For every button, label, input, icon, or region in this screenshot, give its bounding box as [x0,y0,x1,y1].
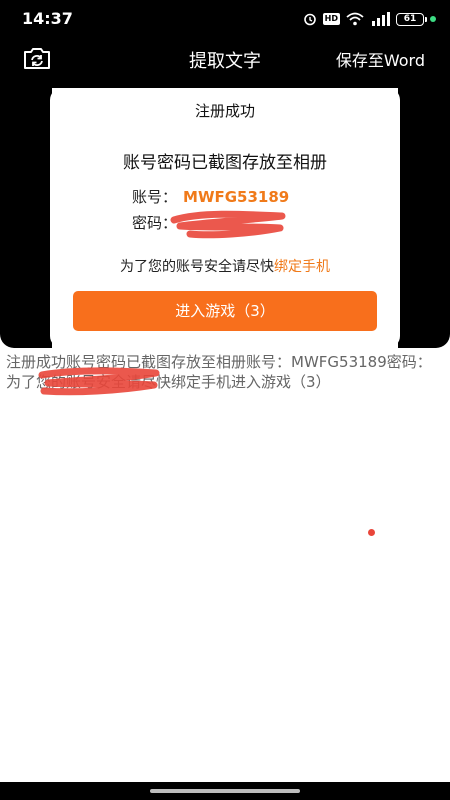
app-bar: 提取文字 保存至Word [0,38,450,88]
touch-indicator-dot [368,529,375,536]
account-value: MWFG53189 [183,188,290,206]
extracted-redaction-scribble [38,367,160,396]
save-to-word-button[interactable]: 保存至Word [336,47,425,71]
account-row: 账号： MWFG53189 [132,186,289,207]
privacy-indicator-dot [430,16,436,22]
captured-screenshot: 注册成功 账号密码已截图存放至相册 账号： MWFG53189 密码： 为了您的账… [0,88,450,348]
battery-icon: 61 [396,12,427,26]
bind-phone-link[interactable]: 绑定手机 [274,259,330,275]
screen: 14:37 HD 61 提取文字 保存至Word 注册成功 账号密码已截图存放至… [0,0,450,800]
register-success-dialog: 注册成功 账号密码已截图存放至相册 账号： MWFG53189 密码： 为了您的账… [50,88,400,348]
gesture-handle[interactable] [150,789,300,793]
enter-game-button[interactable]: 进入游戏（3） [73,291,377,331]
status-time: 14:37 [22,9,73,28]
dialog-message: 账号密码已截图存放至相册 [123,153,327,173]
navigation-bar [0,782,450,800]
dialog-title: 注册成功 [194,102,255,120]
bind-phone-tip: 为了您的账号安全请尽快绑定手机 [50,256,400,276]
hd-badge: HD [322,13,340,25]
password-redaction-scribble [170,210,286,239]
account-label: 账号： [132,188,178,206]
bind-tip-text: 为了您的账号安全请尽快 [120,259,274,275]
screenshot-dark-edge-left [0,88,52,348]
wifi-icon [346,12,364,26]
status-bar: 14:37 HD 61 [0,0,450,38]
screenshot-dark-edge-right [398,88,450,348]
alarm-icon [303,12,317,26]
status-icons: HD 61 [303,10,436,28]
signal-icon [370,12,390,26]
